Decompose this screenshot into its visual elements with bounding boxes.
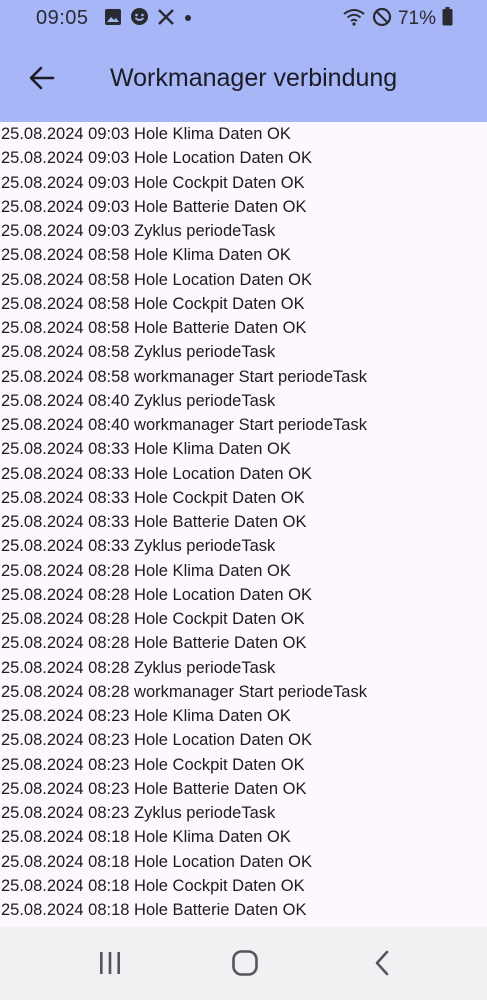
log-entry: 25.08.2024 08:28 Hole Klima Daten OK (1, 561, 291, 580)
log-entry: 25.08.2024 08:28 Hole Cockpit Daten OK (1, 610, 305, 628)
gallery-icon (104, 8, 122, 31)
log-entry: 25.08.2024 08:18 Hole Batterie Daten OK (1, 901, 307, 919)
log-entry: 25.08.2024 08:23 Hole Cockpit Daten OK (1, 755, 305, 774)
log-list: 25.08.2024 09:03 Hole Klima Daten OK 25.0… (0, 122, 487, 922)
log-entry: 25.08.2024 08:28 Hole Location Daten OK (1, 585, 312, 604)
log-entry: 25.08.2024 08:28 workmanager Start perio… (1, 682, 367, 701)
status-time: 09:05 (36, 7, 89, 29)
dot-icon (183, 10, 193, 28)
log-entry: 25.08.2024 08:33 Hole Location Daten OK (1, 464, 312, 483)
log-entry: 25.08.2024 09:03 Hole Batterie Daten OK (1, 197, 307, 216)
log-entry: 25.08.2024 08:58 Hole Klima Daten OK (1, 246, 291, 265)
log-entry: 25.08.2024 08:58 workmanager Start perio… (1, 367, 367, 386)
back-button[interactable] (20, 58, 64, 102)
face-icon (130, 7, 149, 31)
log-entry: 25.08.2024 08:23 Hole Klima Daten OK (1, 707, 291, 725)
recent-apps-icon (97, 951, 123, 980)
log-entry: 25.08.2024 08:28 Hole Batterie Daten OK (1, 634, 307, 653)
log-entry: 25.08.2024 08:18 Hole Location Daten OK (1, 852, 312, 871)
log-entry: 25.08.2024 09:03 Zyklus periodeTask (1, 222, 276, 240)
log-entry: 25.08.2024 09:03 Hole Cockpit Daten OK (1, 173, 305, 192)
log-entry: 25.08.2024 08:33 Hole Klima Daten OK (1, 440, 291, 459)
system-icons: 71% (342, 7, 453, 32)
nav-back-button[interactable] (362, 945, 402, 985)
log-entry: 25.08.2024 08:58 Hole Cockpit Daten OK (1, 294, 305, 313)
log-entry: 25.08.2024 08:18 Hole Cockpit Daten OK (1, 876, 305, 895)
battery-icon (442, 7, 453, 31)
log-entry: 25.08.2024 08:23 Hole Location Daten OK (1, 731, 312, 750)
log-entry: 25.08.2024 08:18 Hole Klima Daten OK (1, 828, 291, 847)
log-entry: 25.08.2024 09:03 Hole Klima Daten OK (1, 125, 291, 143)
log-panel[interactable]: 25.08.2024 09:03 Hole Klima Daten OK 25.0… (0, 122, 487, 927)
log-entry: 25.08.2024 08:23 Hole Batterie Daten OK (1, 779, 307, 798)
recent-apps-button[interactable] (90, 945, 130, 985)
wifi-icon (342, 7, 366, 32)
back-icon (372, 950, 392, 981)
log-entry: 25.08.2024 08:28 Zyklus periodeTask (1, 658, 276, 677)
log-entry: 25.08.2024 08:40 workmanager Start perio… (1, 416, 367, 434)
app-bar: Workmanager verbindung (0, 38, 487, 122)
log-entry: 25.08.2024 08:33 Hole Batterie Daten OK (1, 513, 307, 531)
notification-icons (104, 7, 193, 31)
log-entry: 25.08.2024 08:33 Zyklus periodeTask (1, 537, 276, 556)
navigation-bar (0, 927, 487, 1000)
page-title: Workmanager verbindung (110, 64, 398, 92)
home-icon (231, 949, 259, 982)
log-entry: 25.08.2024 08:58 Hole Batterie Daten OK (1, 319, 307, 337)
arrow-back-icon (29, 66, 55, 95)
log-entry: 25.08.2024 08:58 Zyklus periodeTask (1, 343, 276, 362)
battery-percent: 71% (397, 8, 436, 29)
log-entry: 25.08.2024 09:03 Hole Location Daten OK (1, 149, 312, 168)
home-button[interactable] (225, 945, 265, 985)
log-entry: 25.08.2024 08:58 Hole Location Daten OK (1, 270, 312, 289)
status-bar: 09:05 71% (0, 0, 487, 38)
log-entry: 25.08.2024 08:33 Hole Cockpit Daten OK (1, 488, 305, 507)
log-entry: 25.08.2024 08:40 Zyklus periodeTask (1, 391, 276, 410)
do-not-disturb-icon (372, 7, 392, 32)
log-entry: 25.08.2024 08:23 Zyklus periodeTask (1, 804, 276, 822)
x-icon (157, 8, 175, 31)
